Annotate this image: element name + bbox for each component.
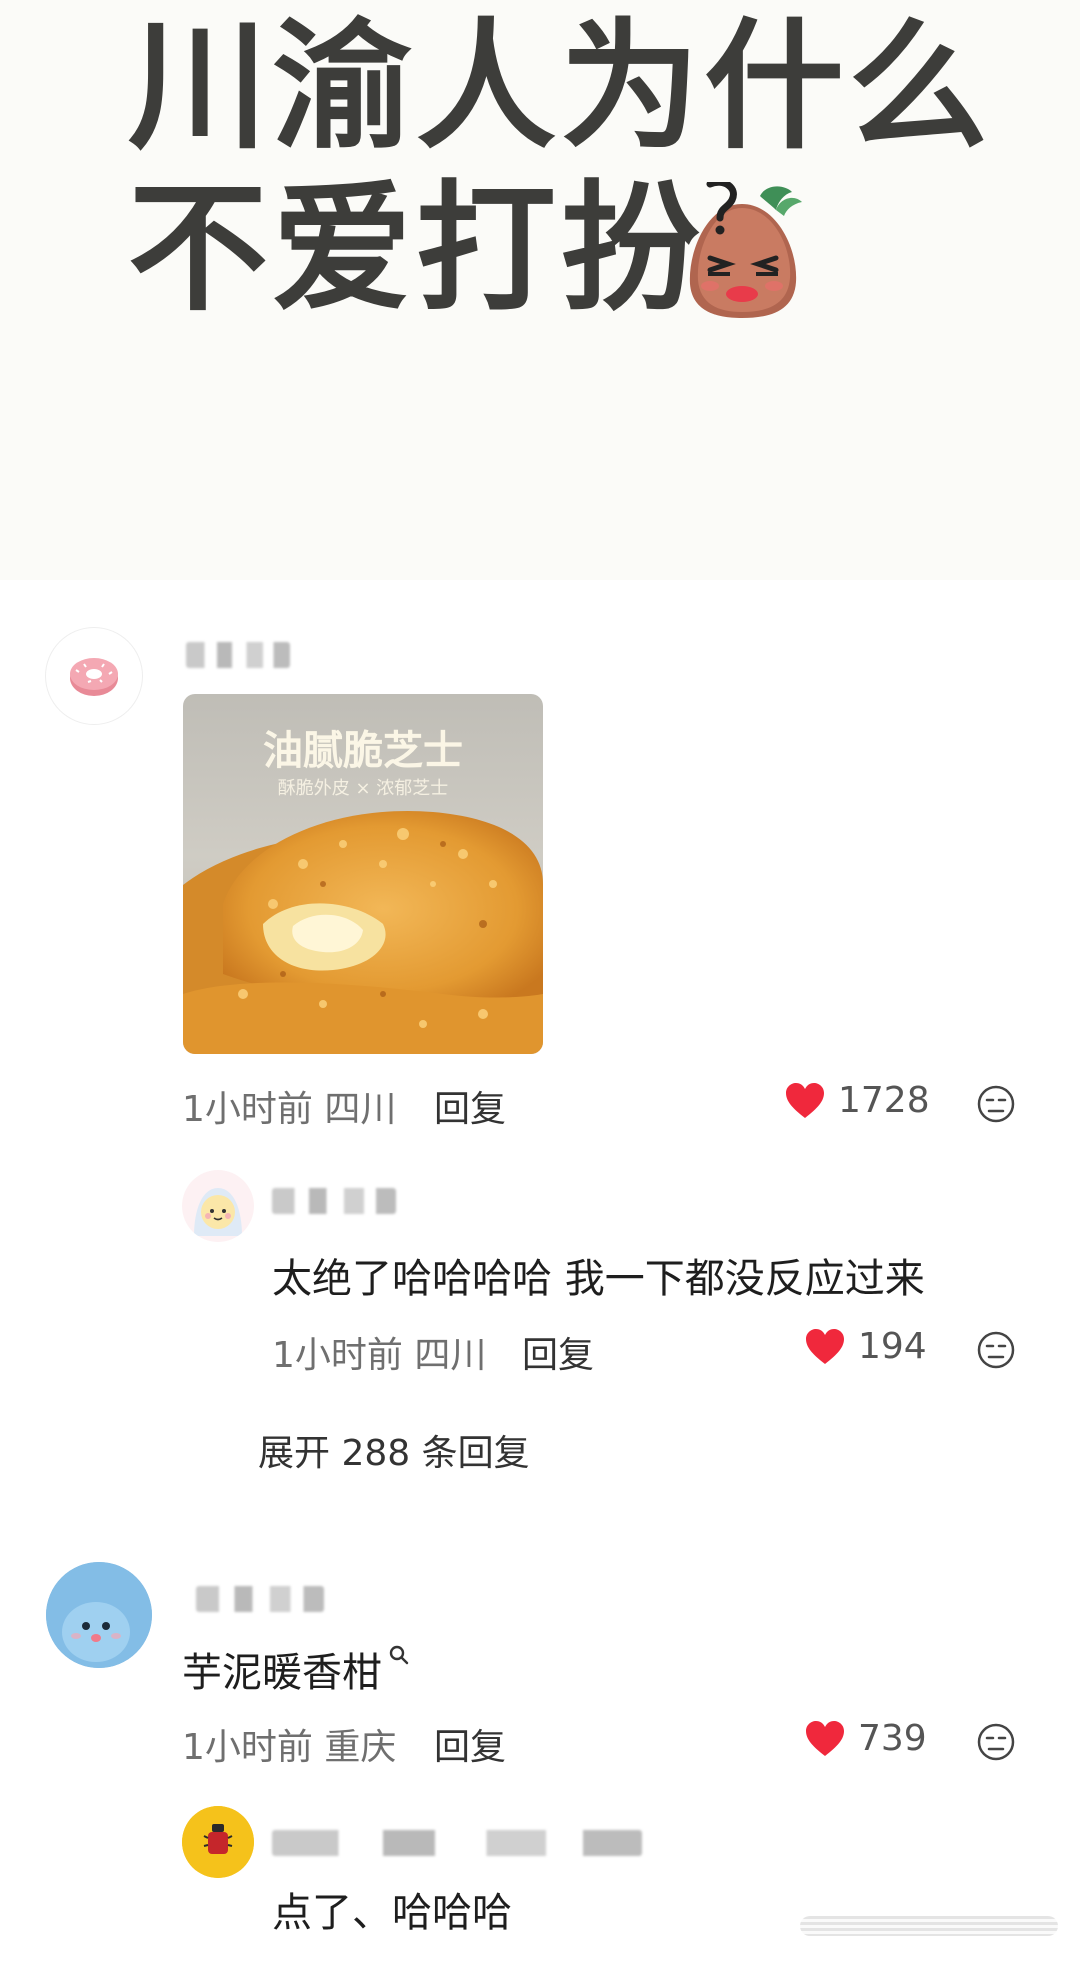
like-count: 739 <box>858 1718 927 1759</box>
expand-replies-button[interactable]: 展开 288 条回复 <box>258 1424 530 1476</box>
comment-location: 重庆 <box>324 1727 397 1768</box>
reply-time-location: 1小时前 四川 <box>272 1326 486 1378</box>
donut-avatar-icon <box>70 658 118 696</box>
dislike-face-icon[interactable] <box>976 1722 1016 1762</box>
reply-location: 四川 <box>414 1335 487 1376</box>
username-blurred[interactable] <box>272 1830 642 1856</box>
reply-button[interactable]: 回复 <box>522 1326 594 1378</box>
like-count: 194 <box>858 1326 927 1367</box>
reply-button[interactable]: 回复 <box>434 1080 506 1132</box>
dislike-face-icon[interactable] <box>976 1330 1016 1370</box>
reply-time: 1小时前 <box>272 1335 403 1376</box>
red-character-avatar-icon <box>182 1806 254 1878</box>
blue-creature-avatar-icon <box>46 1562 152 1668</box>
like-button[interactable]: 1728 <box>784 1080 930 1121</box>
username-blurred[interactable] <box>272 1188 396 1214</box>
reply-text: 太绝了哈哈哈哈 我一下都没反应过来 <box>272 1256 925 1302</box>
dislike-face-icon[interactable] <box>976 1084 1016 1124</box>
comment-time: 1小时前 <box>182 1727 313 1768</box>
comment-image[interactable]: 油腻脆芝士 酥脆外皮 × 浓郁芝士 <box>183 694 543 1054</box>
image-subtitle: 酥脆外皮 × 浓郁芝士 <box>277 778 449 799</box>
scrollbar[interactable] <box>800 1916 1058 1936</box>
comment-time-location: 1小时前 重庆 <box>182 1718 396 1770</box>
post-title-line2: 不爱打扮 <box>128 168 705 331</box>
heart-icon <box>806 1720 844 1756</box>
search-icon[interactable] <box>388 1644 410 1666</box>
comment-text-content: 芋泥暖香柑 <box>182 1650 382 1696</box>
post-title-line1: 川渝人为什么 <box>128 6 993 169</box>
like-button[interactable]: 739 <box>804 1718 927 1759</box>
confused-potato-emoji-icon <box>689 182 802 318</box>
username-blurred[interactable] <box>186 642 290 668</box>
reply-button[interactable]: 回复 <box>434 1718 506 1770</box>
avatar[interactable] <box>182 1806 254 1878</box>
heart-icon <box>786 1082 824 1118</box>
avatar[interactable] <box>46 1562 152 1668</box>
avatar[interactable] <box>46 628 142 724</box>
image-title: 油腻脆芝士 <box>263 728 463 774</box>
comment-location: 四川 <box>324 1089 397 1130</box>
username-blurred[interactable] <box>196 1586 324 1612</box>
reply-text: 点了、哈哈哈 <box>272 1890 512 1936</box>
like-count: 1728 <box>838 1080 930 1121</box>
comment-time-location: 1小时前 四川 <box>182 1080 396 1132</box>
comment-text: 芋泥暖香柑 <box>182 1640 410 1698</box>
heart-icon <box>806 1328 844 1364</box>
hooded-cartoon-avatar-icon <box>194 1188 242 1236</box>
comment-time: 1小时前 <box>182 1089 313 1130</box>
like-button[interactable]: 194 <box>804 1326 927 1367</box>
avatar[interactable] <box>182 1170 254 1242</box>
